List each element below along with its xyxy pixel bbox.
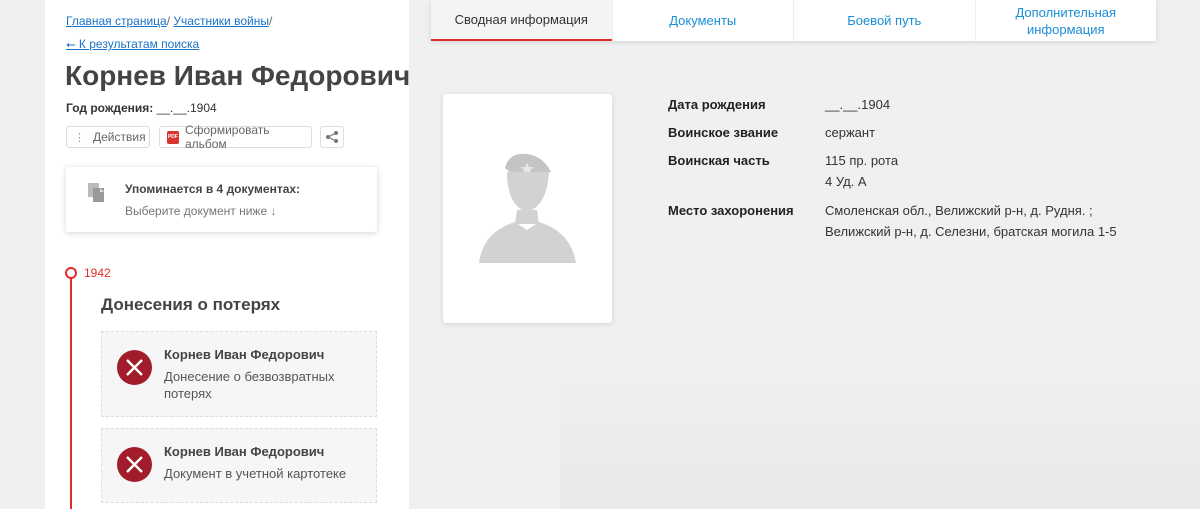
tab-additional-info[interactable]: Дополнительная информация	[974, 0, 1157, 41]
mentions-title: Упоминается в 4 документах:	[125, 182, 301, 196]
breadcrumb-separator: /	[166, 14, 171, 28]
burial-label: Место захоронения	[668, 203, 794, 218]
document-description: Документ в учетной картотеке	[164, 466, 347, 481]
tab-documents[interactable]: Документы	[611, 0, 794, 41]
document-card[interactable]: Корнев Иван Федорович Донесение о безвоз…	[101, 331, 377, 417]
tab-combat-path[interactable]: Боевой путь	[793, 0, 975, 41]
unit-label: Воинская часть	[668, 153, 770, 168]
document-person-name: Корнев Иван Федорович	[164, 444, 325, 459]
mentions-subtitle: Выберите документ ниже ↓	[125, 204, 277, 218]
birth-year-value: __.__.1904	[156, 101, 217, 115]
burial-value-line-2: Велижский р-н, д. Селезни, братская моги…	[825, 224, 1117, 239]
losses-section-title: Донесения о потерях	[101, 295, 281, 314]
left-panel: Главная страница/ Участники войны/ ⭠ К р…	[45, 0, 409, 509]
timeline-year: 1942	[84, 266, 111, 280]
x-circle-icon	[117, 350, 152, 385]
share-button[interactable]	[320, 126, 344, 148]
vertical-dots-icon: ⋮	[74, 131, 85, 144]
breadcrumb-separator: /	[268, 14, 273, 28]
share-icon	[326, 131, 338, 143]
document-description: Донесение о безвозвратных потерях	[164, 369, 335, 401]
unit-value-line-1: 115 пр. рота	[825, 153, 899, 168]
background-decoration	[560, 360, 1200, 509]
person-name: Корнев Иван Федорович	[65, 60, 409, 91]
actions-button-label: Действия	[93, 130, 146, 144]
mentions-card: Упоминается в 4 документах: Выберите док…	[66, 167, 377, 232]
birth-year: Год рождения: __.__.1904	[66, 101, 217, 115]
rank-label: Воинское звание	[668, 125, 779, 140]
birth-year-label: Год рождения:	[66, 101, 154, 115]
breadcrumb-home-link[interactable]: Главная страница	[66, 14, 167, 28]
rank-value: сержант	[825, 125, 876, 140]
birth-date-value: __.__.1904	[825, 97, 891, 112]
document-card[interactable]: Корнев Иван Федорович Документ в учетной…	[101, 428, 377, 503]
unit-value-line-2: 4 Уд. А	[825, 174, 867, 189]
back-to-results-link[interactable]: ⭠ К результатам поиска	[66, 37, 199, 52]
burial-value-line-1: Смоленская обл., Велижский р-н, д. Рудня…	[825, 203, 1093, 218]
timeline-dot	[65, 267, 77, 279]
breadcrumb-participants-link[interactable]: Участники войны	[173, 14, 269, 28]
pdf-icon: PDF	[167, 130, 179, 144]
timeline-line	[70, 273, 72, 509]
tab-summary[interactable]: Сводная информация	[431, 0, 612, 41]
tab-bar: Сводная информация Документы Боевой путь…	[431, 0, 1156, 41]
actions-button[interactable]: ⋮ Действия	[66, 126, 150, 148]
create-album-button[interactable]: PDF Сформировать альбом	[159, 123, 312, 151]
photo-placeholder-card	[443, 94, 612, 323]
create-album-label: Сформировать альбом	[184, 123, 270, 151]
document-person-name: Корнев Иван Федорович	[164, 347, 325, 362]
x-circle-icon	[117, 447, 152, 482]
breadcrumb: Главная страница/ Участники войны/	[66, 14, 272, 28]
documents-icon	[88, 183, 104, 202]
birth-date-label: Дата рождения	[668, 97, 766, 112]
soldier-silhouette-icon	[479, 153, 576, 263]
